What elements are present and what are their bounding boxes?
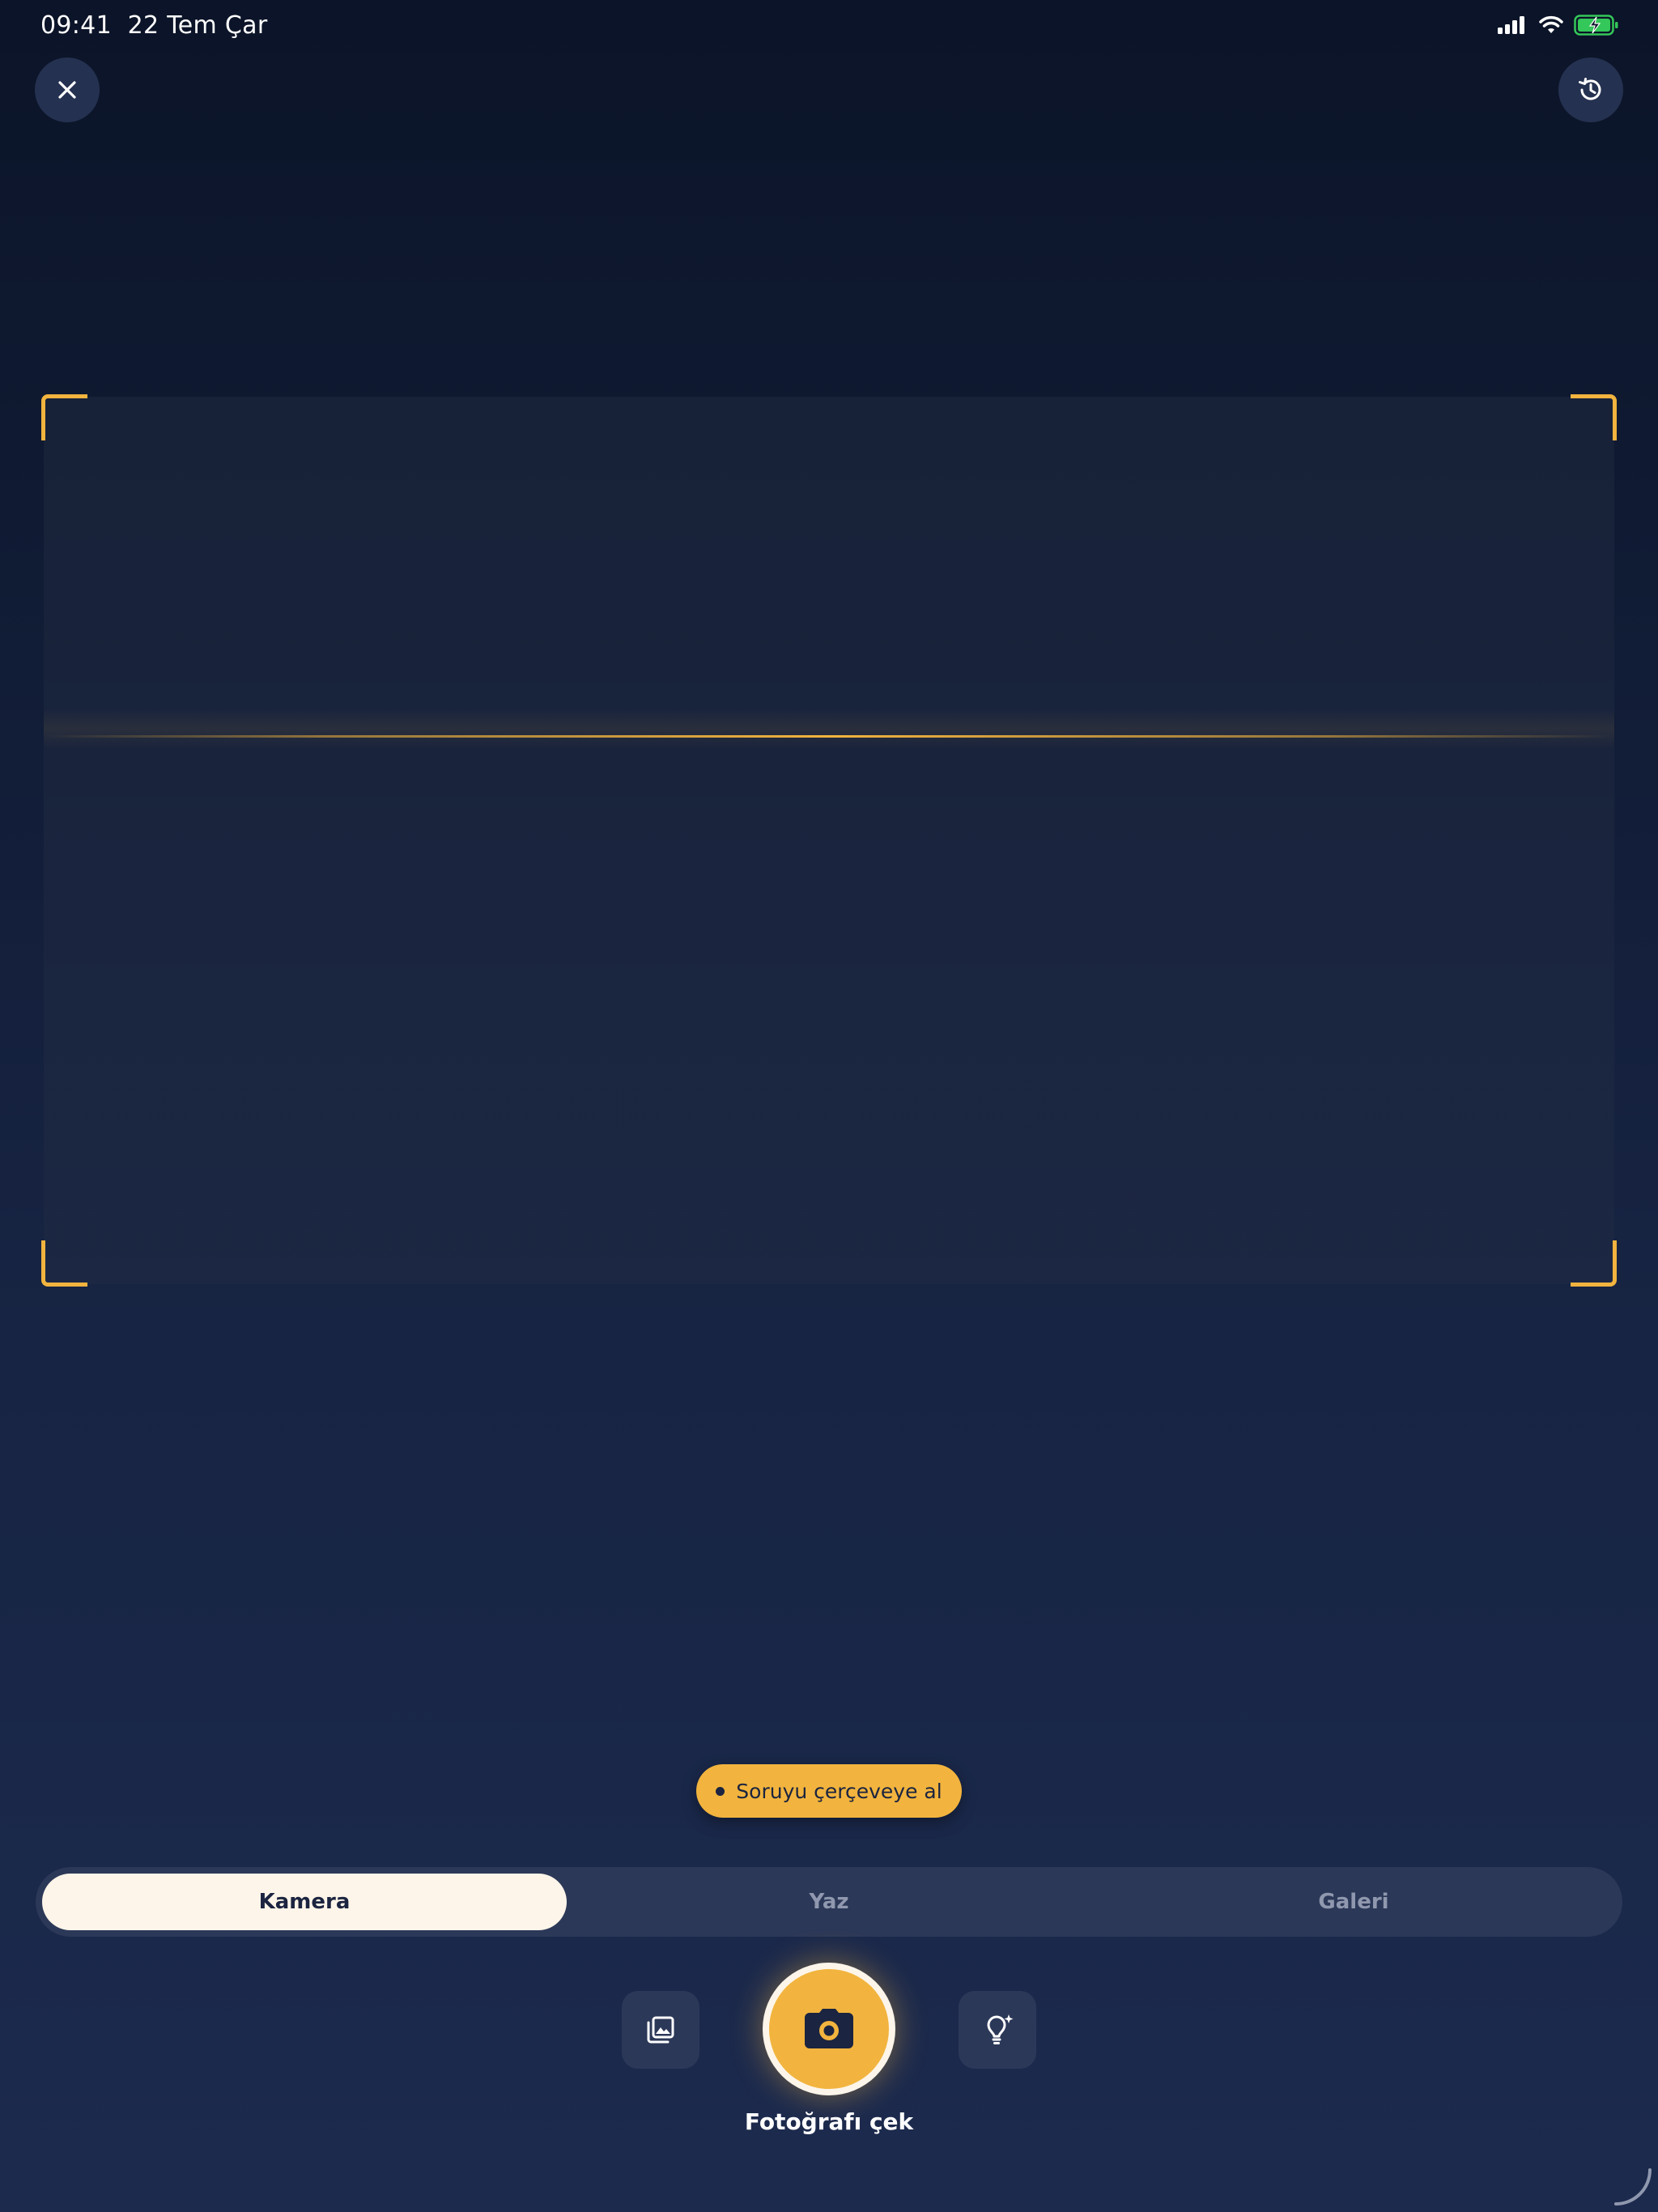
scan-line-glow [44,708,1614,749]
wifi-icon [1539,15,1563,33]
status-icons [1498,15,1619,36]
hint-pill: Soruyu çerçeveye al [696,1764,962,1818]
frame-corner-bottom-right [1571,1240,1617,1287]
hint-dot [716,1786,725,1796]
frame-corner-top-left [41,394,87,440]
frame-corner-bottom-left [41,1240,87,1287]
scan-frame [41,394,1617,1287]
battery-charging-icon [1574,15,1618,36]
status-time-date: 09:41 22 Tem Çar [40,11,267,40]
gallery-button[interactable] [622,1991,699,2069]
cellular-signal-icon [1498,16,1524,34]
scan-line [44,735,1614,738]
tab-write[interactable]: Yaz [567,1874,1091,1930]
shutter-inner [769,1969,889,2089]
tab-camera[interactable]: Kamera [42,1874,567,1930]
camera-icon [805,2009,853,2048]
status-time: 09:41 [40,11,112,40]
history-icon [1579,78,1601,100]
mode-tab-bar: Kamera Yaz Galeri [36,1867,1622,1937]
close-icon [58,81,76,99]
lightbulb-sparkle-icon [987,2014,1014,2044]
hint-text: Soruyu çerçeveye al [736,1779,942,1803]
shutter-label: Fotoğrafı çek [744,2108,914,2135]
tips-button[interactable] [959,1991,1036,2069]
status-bar: 09:41 22 Tem Çar [0,0,1658,49]
photo-library-icon [647,2016,674,2044]
close-button[interactable] [35,57,100,122]
history-button[interactable] [1558,57,1623,122]
shutter-button[interactable] [763,1963,895,2095]
tab-gallery[interactable]: Galeri [1091,1874,1616,1930]
status-date: 22 Tem Çar [127,11,268,40]
frame-corner-top-right [1571,394,1617,440]
home-indicator-arc [1614,2168,1652,2206]
